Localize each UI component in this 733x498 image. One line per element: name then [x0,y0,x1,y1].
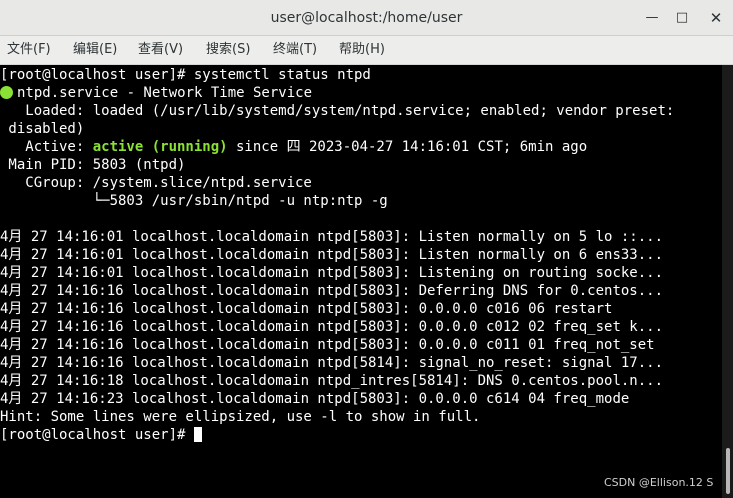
prompt-line[interactable]: [root@localhost user]# [0,426,202,444]
hint-line: Hint: Some lines were ellipsized, use -l… [0,409,481,425]
close-icon[interactable]: ✕ [704,6,728,30]
log-line: 4月 27 14:16:16 localhost.localdomain ntp… [0,355,664,371]
title-bar[interactable]: user@localhost:/home/user — □ ✕ [0,0,733,36]
log-line: 4月 27 14:16:16 localhost.localdomain ntp… [0,301,613,317]
loaded-line: Loaded: loaded (/usr/lib/systemd/system/… [0,103,675,119]
menu-file[interactable]: 文件(F) [7,36,51,64]
prompt-line: [root@localhost user]# systemctl status … [0,67,371,83]
window-title: user@localhost:/home/user [270,10,463,26]
watermark: CSDN @Ellison.12 S [604,476,714,489]
scrollbar-thumb[interactable] [726,448,730,494]
terminal-window: user@localhost:/home/user — □ ✕ 文件(F) 编辑… [0,0,733,498]
log-line: 4月 27 14:16:23 localhost.localdomain ntp… [0,391,630,407]
menu-help[interactable]: 帮助(H) [339,36,385,64]
log-line: 4月 27 14:16:01 localhost.localdomain ntp… [0,229,664,245]
active-line: Active: active (running) since 四 2023-04… [0,139,588,155]
log-line: 4月 27 14:16:16 localhost.localdomain ntp… [0,337,655,353]
log-line: 4月 27 14:16:16 localhost.localdomain ntp… [0,283,664,299]
menu-search[interactable]: 搜索(S) [206,36,250,64]
cgroup-process-line: └─5803 /usr/sbin/ntpd -u ntp:ntp -g [0,193,388,209]
log-line: 4月 27 14:16:16 localhost.localdomain ntp… [0,319,664,335]
service-name-line: ntpd.service - Network Time Service [0,84,312,102]
menu-bar: 文件(F) 编辑(E) 查看(V) 搜索(S) 终端(T) 帮助(H) [0,36,733,65]
menu-view[interactable]: 查看(V) [138,36,183,64]
cgroup-line: CGroup: /system.slice/ntpd.service [0,175,312,191]
scrollbar-track[interactable] [722,65,733,498]
text-cursor [193,427,202,442]
minimize-icon[interactable]: — [640,6,664,30]
maximize-icon[interactable]: □ [670,6,694,30]
main-pid-line: Main PID: 5803 (ntpd) [0,157,186,173]
log-line: 4月 27 14:16:01 localhost.localdomain ntp… [0,265,664,281]
loaded-continuation-line: disabled) [0,121,85,137]
active-status-dot-icon [0,86,13,99]
log-line: 4月 27 14:16:18 localhost.localdomain ntp… [0,373,664,389]
active-running-status: active (running) [92,139,228,155]
terminal-output[interactable]: [root@localhost user]# systemctl status … [0,65,722,498]
menu-edit[interactable]: 编辑(E) [73,36,117,64]
log-line: 4月 27 14:16:01 localhost.localdomain ntp… [0,247,664,263]
menu-terminal[interactable]: 终端(T) [273,36,317,64]
